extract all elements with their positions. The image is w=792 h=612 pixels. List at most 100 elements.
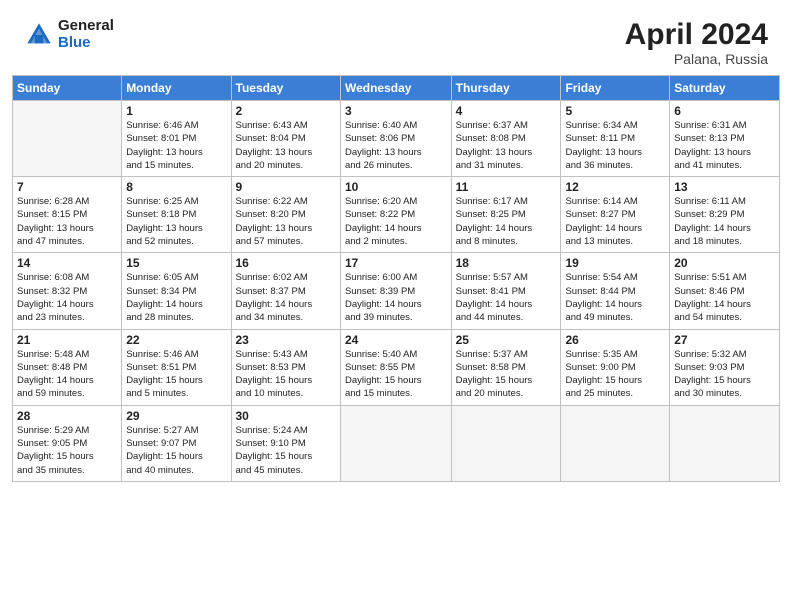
day-number: 20 (674, 256, 775, 270)
table-row: 2Sunrise: 6:43 AMSunset: 8:04 PMDaylight… (231, 101, 340, 177)
table-row (13, 101, 122, 177)
day-info: Sunrise: 6:02 AMSunset: 8:37 PMDaylight:… (236, 271, 336, 324)
day-number: 27 (674, 333, 775, 347)
calendar-body: 1Sunrise: 6:46 AMSunset: 8:01 PMDaylight… (13, 101, 780, 482)
day-number: 21 (17, 333, 117, 347)
table-row: 27Sunrise: 5:32 AMSunset: 9:03 PMDayligh… (670, 329, 780, 405)
day-info: Sunrise: 6:25 AMSunset: 8:18 PMDaylight:… (126, 195, 226, 248)
table-row: 21Sunrise: 5:48 AMSunset: 8:48 PMDayligh… (13, 329, 122, 405)
day-number: 5 (565, 104, 665, 118)
table-row: 6Sunrise: 6:31 AMSunset: 8:13 PMDaylight… (670, 101, 780, 177)
day-info: Sunrise: 5:29 AMSunset: 9:05 PMDaylight:… (17, 424, 117, 477)
week-row: 28Sunrise: 5:29 AMSunset: 9:05 PMDayligh… (13, 405, 780, 481)
table-row: 24Sunrise: 5:40 AMSunset: 8:55 PMDayligh… (340, 329, 451, 405)
table-row: 29Sunrise: 5:27 AMSunset: 9:07 PMDayligh… (122, 405, 231, 481)
day-info: Sunrise: 6:00 AMSunset: 8:39 PMDaylight:… (345, 271, 447, 324)
day-info: Sunrise: 5:57 AMSunset: 8:41 PMDaylight:… (456, 271, 557, 324)
col-header-friday: Friday (561, 76, 670, 101)
page: General Blue April 2024 Palana, Russia S… (0, 0, 792, 612)
col-header-thursday: Thursday (451, 76, 561, 101)
table-row: 14Sunrise: 6:08 AMSunset: 8:32 PMDayligh… (13, 253, 122, 329)
day-number: 28 (17, 409, 117, 423)
day-number: 26 (565, 333, 665, 347)
location: Palana, Russia (625, 51, 768, 67)
table-row: 26Sunrise: 5:35 AMSunset: 9:00 PMDayligh… (561, 329, 670, 405)
table-row: 7Sunrise: 6:28 AMSunset: 8:15 PMDaylight… (13, 177, 122, 253)
day-number: 19 (565, 256, 665, 270)
table-row: 1Sunrise: 6:46 AMSunset: 8:01 PMDaylight… (122, 101, 231, 177)
week-row: 21Sunrise: 5:48 AMSunset: 8:48 PMDayligh… (13, 329, 780, 405)
table-row: 18Sunrise: 5:57 AMSunset: 8:41 PMDayligh… (451, 253, 561, 329)
day-number: 23 (236, 333, 336, 347)
calendar-wrap: SundayMondayTuesdayWednesdayThursdayFrid… (0, 75, 792, 494)
day-info: Sunrise: 6:14 AMSunset: 8:27 PMDaylight:… (565, 195, 665, 248)
logo-icon (24, 20, 54, 50)
day-number: 2 (236, 104, 336, 118)
day-number: 7 (17, 180, 117, 194)
day-number: 30 (236, 409, 336, 423)
table-row (561, 405, 670, 481)
day-number: 8 (126, 180, 226, 194)
table-row: 25Sunrise: 5:37 AMSunset: 8:58 PMDayligh… (451, 329, 561, 405)
col-header-monday: Monday (122, 76, 231, 101)
day-number: 3 (345, 104, 447, 118)
month-year: April 2024 (625, 18, 768, 51)
table-row: 4Sunrise: 6:37 AMSunset: 8:08 PMDaylight… (451, 101, 561, 177)
day-info: Sunrise: 5:24 AMSunset: 9:10 PMDaylight:… (236, 424, 336, 477)
day-info: Sunrise: 6:46 AMSunset: 8:01 PMDaylight:… (126, 119, 226, 172)
day-info: Sunrise: 6:34 AMSunset: 8:11 PMDaylight:… (565, 119, 665, 172)
table-row: 8Sunrise: 6:25 AMSunset: 8:18 PMDaylight… (122, 177, 231, 253)
day-info: Sunrise: 6:11 AMSunset: 8:29 PMDaylight:… (674, 195, 775, 248)
table-row: 20Sunrise: 5:51 AMSunset: 8:46 PMDayligh… (670, 253, 780, 329)
day-info: Sunrise: 5:43 AMSunset: 8:53 PMDaylight:… (236, 348, 336, 401)
day-number: 1 (126, 104, 226, 118)
day-info: Sunrise: 6:17 AMSunset: 8:25 PMDaylight:… (456, 195, 557, 248)
col-header-sunday: Sunday (13, 76, 122, 101)
table-row: 12Sunrise: 6:14 AMSunset: 8:27 PMDayligh… (561, 177, 670, 253)
header-row: SundayMondayTuesdayWednesdayThursdayFrid… (13, 76, 780, 101)
col-header-wednesday: Wednesday (340, 76, 451, 101)
day-info: Sunrise: 5:35 AMSunset: 9:00 PMDaylight:… (565, 348, 665, 401)
day-number: 24 (345, 333, 447, 347)
logo-general: General (58, 18, 114, 35)
table-row: 10Sunrise: 6:20 AMSunset: 8:22 PMDayligh… (340, 177, 451, 253)
day-info: Sunrise: 5:37 AMSunset: 8:58 PMDaylight:… (456, 348, 557, 401)
table-row (670, 405, 780, 481)
week-row: 14Sunrise: 6:08 AMSunset: 8:32 PMDayligh… (13, 253, 780, 329)
table-row: 23Sunrise: 5:43 AMSunset: 8:53 PMDayligh… (231, 329, 340, 405)
day-info: Sunrise: 5:32 AMSunset: 9:03 PMDaylight:… (674, 348, 775, 401)
table-row: 15Sunrise: 6:05 AMSunset: 8:34 PMDayligh… (122, 253, 231, 329)
col-header-saturday: Saturday (670, 76, 780, 101)
logo: General Blue (24, 18, 114, 51)
day-number: 9 (236, 180, 336, 194)
table-row: 9Sunrise: 6:22 AMSunset: 8:20 PMDaylight… (231, 177, 340, 253)
table-row: 16Sunrise: 6:02 AMSunset: 8:37 PMDayligh… (231, 253, 340, 329)
day-number: 18 (456, 256, 557, 270)
day-number: 11 (456, 180, 557, 194)
day-info: Sunrise: 5:48 AMSunset: 8:48 PMDaylight:… (17, 348, 117, 401)
day-info: Sunrise: 5:51 AMSunset: 8:46 PMDaylight:… (674, 271, 775, 324)
day-info: Sunrise: 5:40 AMSunset: 8:55 PMDaylight:… (345, 348, 447, 401)
calendar-table: SundayMondayTuesdayWednesdayThursdayFrid… (12, 75, 780, 482)
day-info: Sunrise: 6:20 AMSunset: 8:22 PMDaylight:… (345, 195, 447, 248)
table-row: 17Sunrise: 6:00 AMSunset: 8:39 PMDayligh… (340, 253, 451, 329)
day-number: 14 (17, 256, 117, 270)
day-info: Sunrise: 6:08 AMSunset: 8:32 PMDaylight:… (17, 271, 117, 324)
day-number: 13 (674, 180, 775, 194)
table-row: 5Sunrise: 6:34 AMSunset: 8:11 PMDaylight… (561, 101, 670, 177)
day-info: Sunrise: 6:40 AMSunset: 8:06 PMDaylight:… (345, 119, 447, 172)
table-row: 28Sunrise: 5:29 AMSunset: 9:05 PMDayligh… (13, 405, 122, 481)
day-info: Sunrise: 6:28 AMSunset: 8:15 PMDaylight:… (17, 195, 117, 248)
title-block: April 2024 Palana, Russia (625, 18, 768, 67)
week-row: 7Sunrise: 6:28 AMSunset: 8:15 PMDaylight… (13, 177, 780, 253)
day-number: 10 (345, 180, 447, 194)
day-info: Sunrise: 6:43 AMSunset: 8:04 PMDaylight:… (236, 119, 336, 172)
day-number: 17 (345, 256, 447, 270)
table-row: 22Sunrise: 5:46 AMSunset: 8:51 PMDayligh… (122, 329, 231, 405)
day-info: Sunrise: 5:46 AMSunset: 8:51 PMDaylight:… (126, 348, 226, 401)
table-row: 11Sunrise: 6:17 AMSunset: 8:25 PMDayligh… (451, 177, 561, 253)
header: General Blue April 2024 Palana, Russia (0, 0, 792, 75)
day-number: 4 (456, 104, 557, 118)
day-number: 25 (456, 333, 557, 347)
day-number: 29 (126, 409, 226, 423)
